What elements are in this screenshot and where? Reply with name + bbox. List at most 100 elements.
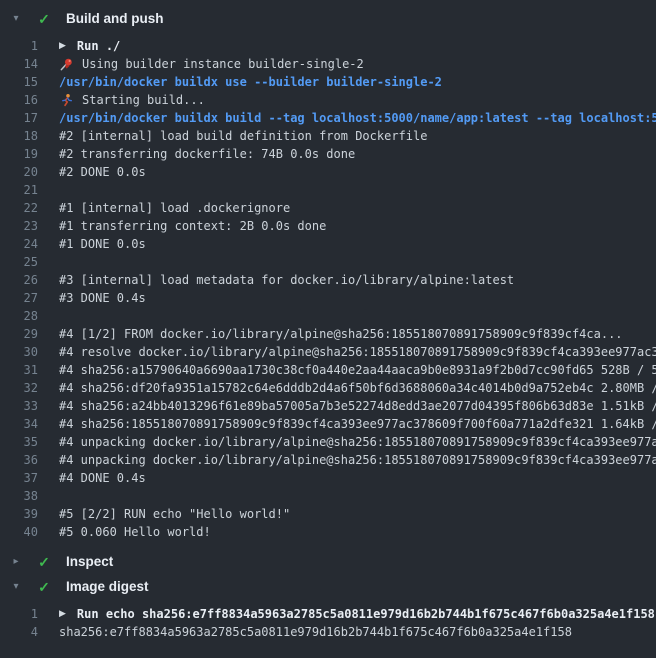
log-text: #5 [2/2] RUN echo "Hello world!" (59, 505, 290, 523)
line-number[interactable]: 21 (0, 181, 38, 199)
section-title: Inspect (66, 550, 113, 574)
section-title: Build and push (66, 7, 164, 31)
log-line: 28 (0, 307, 656, 325)
line-number[interactable]: 28 (0, 307, 38, 325)
log-text: #4 sha256:a24bb4013296f61e89ba57005a7b3e… (59, 397, 656, 415)
line-number[interactable]: 17 (0, 109, 38, 127)
log-text: /usr/bin/docker buildx build --tag local… (59, 109, 656, 127)
line-number[interactable]: 33 (0, 397, 38, 415)
log-line: 1▶Run ./ (0, 37, 656, 55)
log-text: #4 sha256:df20fa9351a15782c64e6dddb2d4a6… (59, 379, 656, 397)
log-line: 30#4 resolve docker.io/library/alpine@sh… (0, 343, 656, 361)
log-line: 20 #2 DONE 0.0s (0, 163, 656, 181)
line-content: #5 0.060 Hello world! (59, 523, 211, 541)
log-text: Starting build... (82, 91, 205, 109)
line-number[interactable]: 14 (0, 55, 38, 73)
line-number[interactable]: 37 (0, 469, 38, 487)
chevron-down-icon[interactable]: ▾ (10, 575, 22, 599)
line-number[interactable]: 20 (0, 163, 38, 181)
actions-log-viewer: ▾✓Build and push1▶Run ./14Using builder … (0, 0, 656, 658)
line-content: /usr/bin/docker buildx build --tag local… (59, 109, 656, 127)
log-text: #1 [internal] load .dockerignore (59, 199, 290, 217)
line-number[interactable]: 19 (0, 145, 38, 163)
log-line: 14 Using builder instance builder-single-… (0, 55, 656, 73)
line-content: #4 DONE 0.4s (59, 469, 146, 487)
line-number[interactable]: 38 (0, 487, 38, 505)
log-line: 29 #4 [1/2] FROM docker.io/library/alpine… (0, 325, 656, 343)
line-content: #2 transferring dockerfile: 74B 0.0s don… (59, 145, 355, 163)
line-number[interactable]: 31 (0, 361, 38, 379)
log-line: 1▶Run echo sha256:e7ff8834a5963a2785c5a0… (0, 605, 656, 623)
line-content: #2 [internal] load build definition from… (59, 127, 427, 145)
log-line: 18 #2 [internal] load build definition fr… (0, 127, 656, 145)
chevron-down-icon[interactable]: ▾ (10, 7, 22, 31)
log-line: 27 #3 DONE 0.4s (0, 289, 656, 307)
line-number[interactable]: 1 (0, 37, 38, 55)
line-content: #1 [internal] load .dockerignore (59, 199, 290, 217)
log-line: 26 #3 [internal] load metadata for docker… (0, 271, 656, 289)
log-text: #4 unpacking docker.io/library/alpine@sh… (59, 451, 656, 469)
line-number[interactable]: 16 (0, 91, 38, 109)
log-line: 17/usr/bin/docker buildx build --tag loc… (0, 109, 656, 127)
line-number[interactable]: 32 (0, 379, 38, 397)
log-text: #2 transferring dockerfile: 74B 0.0s don… (59, 145, 355, 163)
line-number[interactable]: 35 (0, 433, 38, 451)
line-content: /usr/bin/docker buildx use --builder bui… (59, 73, 442, 91)
line-number[interactable]: 22 (0, 199, 38, 217)
log-text: #4 sha256:185518070891758909c9f839cf4ca3… (59, 415, 656, 433)
line-content: #2 DONE 0.0s (59, 163, 146, 181)
section-header-inspect[interactable]: ▸ ✓ Inspect (0, 550, 656, 574)
line-number[interactable]: 18 (0, 127, 38, 145)
line-number[interactable]: 29 (0, 325, 38, 343)
log-line: 32 #4 sha256:df20fa9351a15782c64e6dddb2d4… (0, 379, 656, 397)
line-number[interactable]: 1 (0, 605, 38, 623)
line-content: #3 DONE 0.4s (59, 289, 146, 307)
line-number[interactable]: 30 (0, 343, 38, 361)
log-line: 22 #1 [internal] load .dockerignore (0, 199, 656, 217)
line-number[interactable]: 23 (0, 217, 38, 235)
pushpin-icon (59, 57, 74, 72)
log-line: 35 #4 unpacking docker.io/library/alpine@… (0, 433, 656, 451)
line-content: #4 unpacking docker.io/library/alpine@sh… (59, 451, 656, 469)
line-content: #4 sha256:185518070891758909c9f839cf4ca3… (59, 415, 656, 433)
line-content: Using builder instance builder-single-2 (59, 55, 364, 73)
log-line: 40 #5 0.060 Hello world! (0, 523, 656, 541)
log-line: 16 Starting build... (0, 91, 656, 109)
line-number[interactable]: 15 (0, 73, 38, 91)
line-number[interactable]: 4 (0, 623, 38, 641)
log-text: #3 [internal] load metadata for docker.i… (59, 271, 514, 289)
log-line: 33 #4 sha256:a24bb4013296f61e89ba57005a7b… (0, 397, 656, 415)
line-number[interactable]: 36 (0, 451, 38, 469)
log-text: #4 sha256:a15790640a6690aa1730c38cf0a440… (59, 361, 656, 379)
log-line: 23 #1 transferring context: 2B 0.0s done (0, 217, 656, 235)
line-content: #1 transferring context: 2B 0.0s done (59, 217, 326, 235)
line-number[interactable]: 40 (0, 523, 38, 541)
section-header-build-and-push[interactable]: ▾ ✓ Build and push (0, 7, 656, 31)
line-number[interactable]: 26 (0, 271, 38, 289)
line-number[interactable]: 25 (0, 253, 38, 271)
line-content: #4 [1/2] FROM docker.io/library/alpine@s… (59, 325, 623, 343)
line-number[interactable]: 24 (0, 235, 38, 253)
check-success-icon: ✓ (36, 7, 52, 31)
check-success-icon: ✓ (36, 550, 52, 574)
log-line: 24 #1 DONE 0.0s (0, 235, 656, 253)
line-number[interactable]: 39 (0, 505, 38, 523)
line-number[interactable]: 27 (0, 289, 38, 307)
line-content: #4 unpacking docker.io/library/alpine@sh… (59, 433, 656, 451)
line-content: #4 sha256:df20fa9351a15782c64e6dddb2d4a6… (59, 379, 656, 397)
expand-group-icon[interactable]: ▶ (59, 605, 66, 623)
log-line: 4 sha256:e7ff8834a5963a2785c5a0811e979d16… (0, 623, 656, 641)
log-line: 37 #4 DONE 0.4s (0, 469, 656, 487)
log-text: #1 DONE 0.0s (59, 235, 146, 253)
line-content: sha256:e7ff8834a5963a2785c5a0811e979d16b… (59, 623, 572, 641)
log-line: 31 #4 sha256:a15790640a6690aa1730c38cf0a4… (0, 361, 656, 379)
section-header-image-digest[interactable]: ▾✓Image digest (0, 575, 656, 599)
expand-group-icon[interactable]: ▶ (59, 37, 66, 55)
log-line: 15/usr/bin/docker buildx use --builder b… (0, 73, 656, 91)
log-line: 39 #5 [2/2] RUN echo "Hello world!" (0, 505, 656, 523)
line-number[interactable]: 34 (0, 415, 38, 433)
log-lines: 1▶Run ./14Using builder instance builder… (0, 32, 656, 549)
log-line: 38 (0, 487, 656, 505)
chevron-right-icon[interactable]: ▸ (10, 550, 22, 574)
line-content: #1 DONE 0.0s (59, 235, 146, 253)
